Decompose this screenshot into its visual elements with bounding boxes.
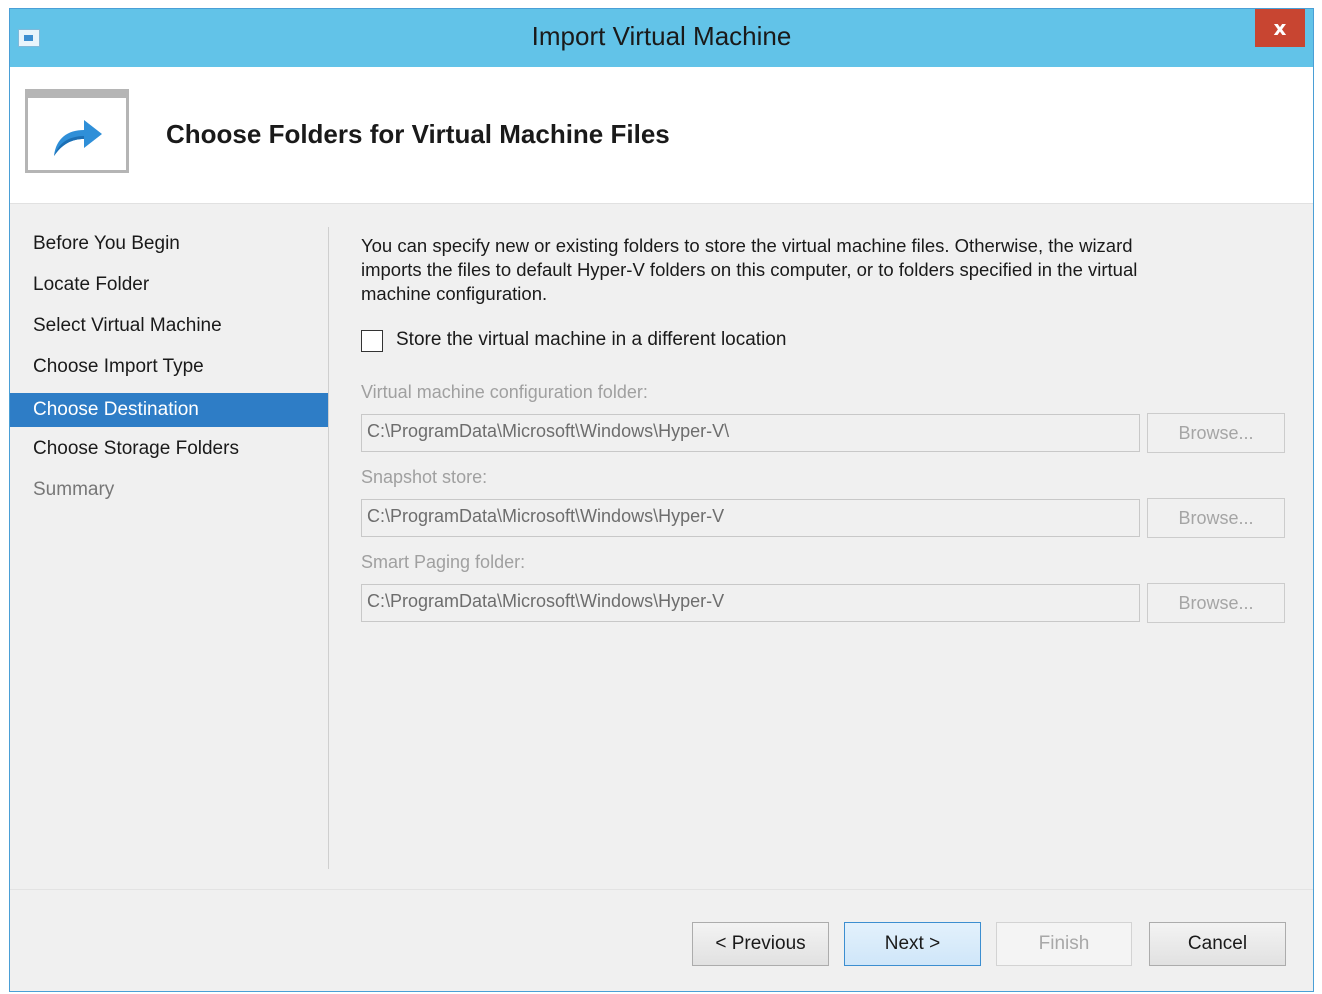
smart-paging-folder-field: C:\ProgramData\Microsoft\Windows\Hyper-V xyxy=(361,584,1140,622)
window-title: Import Virtual Machine xyxy=(531,21,792,51)
vm-config-folder-field: C:\ProgramData\Microsoft\Windows\Hyper-V… xyxy=(361,414,1140,452)
vm-config-folder-browse-button: Browse... xyxy=(1147,413,1285,453)
description-line: imports the files to default Hyper-V fol… xyxy=(361,259,1138,280)
destination-panel: You can specify new or existing folders … xyxy=(361,234,1285,623)
description-line: machine configuration. xyxy=(361,283,548,304)
nav-item-summary: Summary xyxy=(33,479,115,500)
finish-button: Finish xyxy=(996,922,1132,966)
snapshot-store-browse-button: Browse... xyxy=(1147,498,1285,538)
previous-button[interactable]: < Previous xyxy=(692,922,829,966)
next-button[interactable]: Next > xyxy=(844,922,981,966)
nav-divider xyxy=(328,227,329,869)
snapshot-store-label: Snapshot store: xyxy=(361,467,488,487)
import-vm-dialog: Import Virtual Machine x Choose Folders … xyxy=(9,8,1314,992)
page-title: Choose Folders for Virtual Machine Files xyxy=(166,119,670,149)
snapshot-store-field: C:\ProgramData\Microsoft\Windows\Hyper-V xyxy=(361,499,1140,537)
store-different-location-label[interactable]: Store the virtual machine in a different… xyxy=(396,329,786,351)
nav-item-choose-destination[interactable]: Choose Destination xyxy=(10,393,328,427)
import-arrow-icon xyxy=(25,89,129,173)
footer-divider xyxy=(10,889,1313,890)
wizard-header: Choose Folders for Virtual Machine Files xyxy=(10,67,1313,204)
smart-paging-folder-browse-button: Browse... xyxy=(1147,583,1285,623)
nav-item-before-you-begin[interactable]: Before You Begin xyxy=(10,225,328,266)
nav-item-locate-folder[interactable]: Locate Folder xyxy=(10,266,328,307)
title-bar[interactable]: Import Virtual Machine x xyxy=(10,9,1313,67)
nav-item-choose-import-type[interactable]: Choose Import Type xyxy=(10,348,328,389)
smart-paging-folder-label: Smart Paging folder: xyxy=(361,552,526,572)
nav-item-choose-storage-folders[interactable]: Choose Storage Folders xyxy=(10,430,328,471)
vm-config-folder-label: Virtual machine configuration folder: xyxy=(361,382,648,402)
nav-item-select-virtual-machine[interactable]: Select Virtual Machine xyxy=(10,307,328,348)
cancel-button[interactable]: Cancel xyxy=(1149,922,1286,966)
wizard-steps-nav: Before You Begin Locate Folder Select Vi… xyxy=(10,225,328,512)
close-button[interactable]: x xyxy=(1255,9,1305,47)
description-text: You can specify new or existing folders … xyxy=(361,234,1281,306)
description-line: You can specify new or existing folders … xyxy=(361,235,1133,256)
store-different-location-checkbox[interactable] xyxy=(361,330,383,352)
